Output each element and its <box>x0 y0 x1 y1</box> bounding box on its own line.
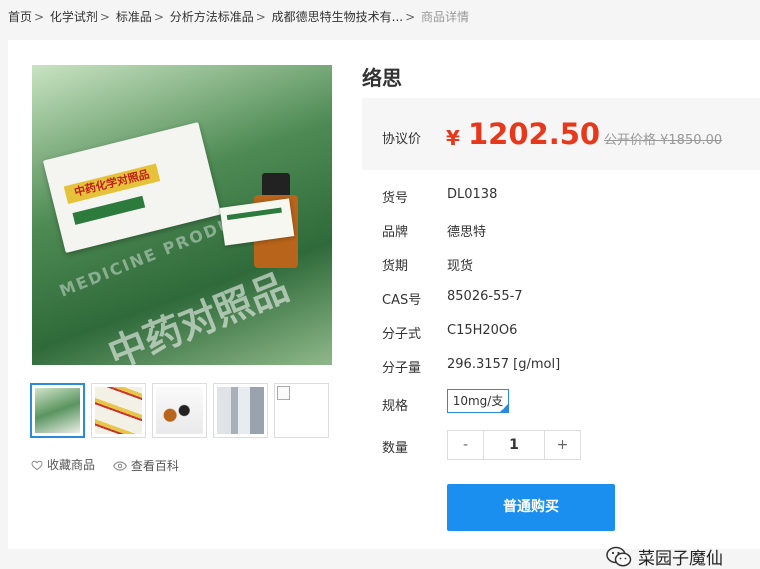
public-price: 公开价格 ¥1850.00 <box>604 133 723 148</box>
breadcrumb-analytical-standards[interactable]: 分析方法标准品 <box>170 10 254 24</box>
product-card: MEDICINE PRODUCTS 中药化学对照品 中药对照品 收藏商品 查看百… <box>8 40 760 569</box>
quantity-stepper: - 1 + <box>447 430 581 460</box>
wiki-button[interactable]: 查看百科 <box>112 457 179 474</box>
thumbnail-5[interactable] <box>274 383 329 438</box>
attr-value-brand: 德思特 <box>447 225 487 240</box>
thumbnail-1[interactable] <box>30 383 85 438</box>
qty-input[interactable]: 1 <box>484 431 544 459</box>
product-actions: 收藏商品 查看百科 <box>31 456 179 474</box>
attr-value-formula: C15H20O6 <box>447 323 518 338</box>
breadcrumb-current: 商品详情 <box>420 10 469 24</box>
attr-value-delivery: 现货 <box>447 259 474 274</box>
attr-label-cas: CAS号 <box>382 293 422 308</box>
image-box-band: 中药化学对照品 <box>63 163 161 204</box>
breadcrumb: 首页 > 化学试剂 > 标准品 > 分析方法标准品 > 成都德思特生物技术有... > 商… <box>8 10 469 24</box>
bottle-cap <box>262 173 290 197</box>
price-label: 协议价 <box>382 132 422 147</box>
price-box: 协议价 ¥ 1202.50 公开价格 ¥1850.00 <box>362 98 760 170</box>
spec-option-text: 10mg/支 <box>452 394 504 408</box>
currency-symbol: ¥ <box>446 126 460 150</box>
buy-button[interactable]: 普通购买 <box>447 484 615 531</box>
thumbnail-1-image <box>35 388 80 433</box>
thumbnail-2-image <box>95 387 142 434</box>
label-stripe <box>226 207 282 221</box>
attr-value-sku: DL0138 <box>447 187 498 202</box>
check-icon: ✓ <box>501 404 507 412</box>
thumbnail-4-image <box>217 387 264 434</box>
breadcrumb-home[interactable]: 首页 <box>8 10 32 24</box>
thumbnail-3[interactable] <box>152 383 207 438</box>
broken-image-icon <box>277 386 290 400</box>
favorite-button[interactable]: 收藏商品 <box>31 456 95 473</box>
favorite-label: 收藏商品 <box>47 458 96 472</box>
thumbnail-2[interactable] <box>91 383 146 438</box>
price-value: 1202.50 <box>468 117 601 151</box>
attr-value-cas: 85026-55-7 <box>447 289 523 304</box>
attr-label-sku: 货号 <box>382 191 409 206</box>
main-product-image[interactable]: MEDICINE PRODUCTS 中药化学对照品 中药对照品 <box>32 65 332 365</box>
breadcrumb-supplier[interactable]: 成都德思特生物技术有... <box>272 10 403 24</box>
heart-icon <box>31 460 43 470</box>
product-title: 络思 <box>362 66 402 90</box>
watermark-text: 菜园子魔仙 <box>638 549 723 569</box>
attr-label-formula: 分子式 <box>382 327 422 342</box>
qty-minus-button[interactable]: - <box>448 431 484 459</box>
attr-label-brand: 品牌 <box>382 225 409 240</box>
qty-plus-button[interactable]: + <box>544 431 580 459</box>
attr-label-delivery: 货期 <box>382 259 409 274</box>
spec-option-10mg[interactable]: 10mg/支 ✓ <box>447 389 509 413</box>
eye-icon <box>112 460 127 471</box>
thumbnail-3-image <box>156 387 203 434</box>
wiki-label: 查看百科 <box>130 459 179 473</box>
breadcrumb-standards[interactable]: 标准品 <box>116 10 152 24</box>
thumbnail-4[interactable] <box>213 383 268 438</box>
spec-label: 规格 <box>382 399 409 414</box>
watermark: 菜园子魔仙 <box>606 544 723 569</box>
breadcrumb-chemical-reagents[interactable]: 化学试剂 <box>50 10 98 24</box>
attr-value-mw: 296.3157 [g/mol] <box>447 357 561 372</box>
qty-label: 数量 <box>382 441 409 456</box>
attr-label-mw: 分子量 <box>382 361 422 376</box>
